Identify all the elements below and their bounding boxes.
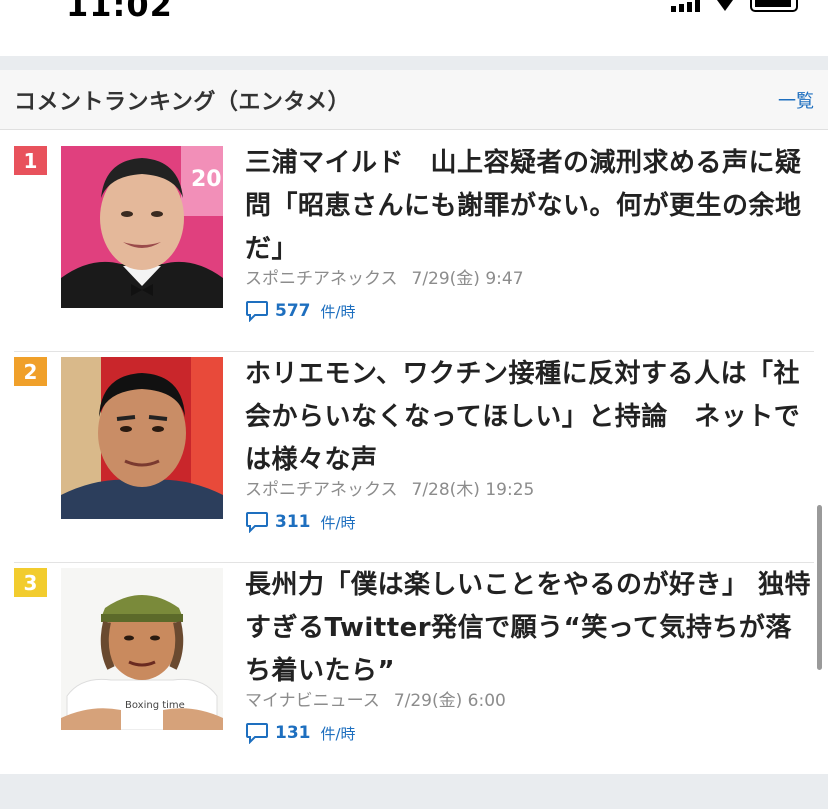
article-date: 7/29(金) 6:00: [393, 691, 506, 711]
comment-ranking-section: コメントランキング（エンタメ） 一覧 1 20 三浦マイルド 山上容疑者の減刑求…: [0, 70, 828, 774]
comment-rate[interactable]: 311 件/時: [245, 511, 356, 533]
article-source: マイナビニュース: [245, 691, 380, 711]
rank-badge: 2: [14, 357, 47, 386]
view-all-link[interactable]: 一覧: [778, 87, 814, 113]
article-date: 7/28(木) 19:25: [411, 480, 535, 500]
svg-text:Boxing time: Boxing time: [125, 700, 185, 711]
svg-text:20: 20: [191, 167, 222, 192]
article-thumbnail[interactable]: [61, 357, 223, 519]
ranking-item-1[interactable]: 1 20 三浦マイルド 山上容疑者の減刑求める声に疑問「昭恵さんにも謝罪がない。…: [14, 142, 814, 352]
status-time: 11:02: [66, 0, 173, 24]
comment-bubble-icon: [246, 512, 268, 533]
wifi-icon: [717, 0, 733, 11]
article-headline[interactable]: 長州力「僕は楽しいことをやるのが好き」 独特すぎるTwitter発信で願う“笑っ…: [245, 564, 815, 693]
comment-bubble-icon: [246, 723, 268, 744]
ranking-item-2[interactable]: 2 ホリエモン、ワクチン接種に反対する人は「社会からいなくなってほしい」と持論 …: [14, 353, 814, 563]
comment-count: 577: [275, 301, 311, 321]
section-separator: [0, 56, 828, 70]
comment-count: 311: [275, 512, 311, 532]
comment-unit: 件/時: [320, 513, 356, 532]
section-header: コメントランキング（エンタメ） 一覧: [0, 70, 828, 130]
ranking-page: 11:02 コメントランキング（エンタメ） 一覧 1 20 三浦マイルド 山上容…: [0, 0, 828, 809]
rank-badge: 3: [14, 568, 47, 597]
article-meta: スポニチアネックス 7/28(木) 19:25: [245, 475, 534, 500]
article-source: スポニチアネックス: [245, 269, 398, 289]
cellular-signal-icon: [671, 0, 700, 12]
status-icons: [671, 0, 798, 14]
comment-unit: 件/時: [320, 302, 356, 321]
comment-unit: 件/時: [320, 724, 356, 743]
comment-rate[interactable]: 131 件/時: [245, 722, 356, 744]
article-headline[interactable]: 三浦マイルド 山上容疑者の減刑求める声に疑問「昭恵さんにも謝罪がない。何が更生の…: [245, 142, 815, 271]
comment-bubble-icon: [246, 301, 268, 322]
article-meta: スポニチアネックス 7/29(金) 9:47: [245, 264, 524, 289]
article-headline[interactable]: ホリエモン、ワクチン接種に反対する人は「社会からいなくなってほしい」と持論 ネッ…: [245, 353, 815, 482]
article-source: スポニチアネックス: [245, 480, 398, 500]
status-bar: 11:02: [0, 0, 828, 56]
rank-badge: 1: [14, 146, 47, 175]
ranking-item-3[interactable]: 3 Boxing time 長州力「僕は楽しいことをやるのが好き」 独特すぎるT…: [14, 564, 814, 774]
section-title: コメントランキング（エンタメ）: [14, 89, 351, 115]
comment-rate[interactable]: 577 件/時: [245, 300, 356, 322]
comment-count: 131: [275, 723, 311, 743]
article-meta: マイナビニュース 7/29(金) 6:00: [245, 686, 506, 711]
article-thumbnail[interactable]: Boxing time: [61, 568, 223, 730]
section-separator-bottom: [0, 774, 828, 809]
battery-icon: [750, 0, 798, 12]
article-date: 7/29(金) 9:47: [411, 269, 524, 289]
scrollbar[interactable]: [817, 505, 822, 670]
article-thumbnail[interactable]: 20: [61, 146, 223, 308]
